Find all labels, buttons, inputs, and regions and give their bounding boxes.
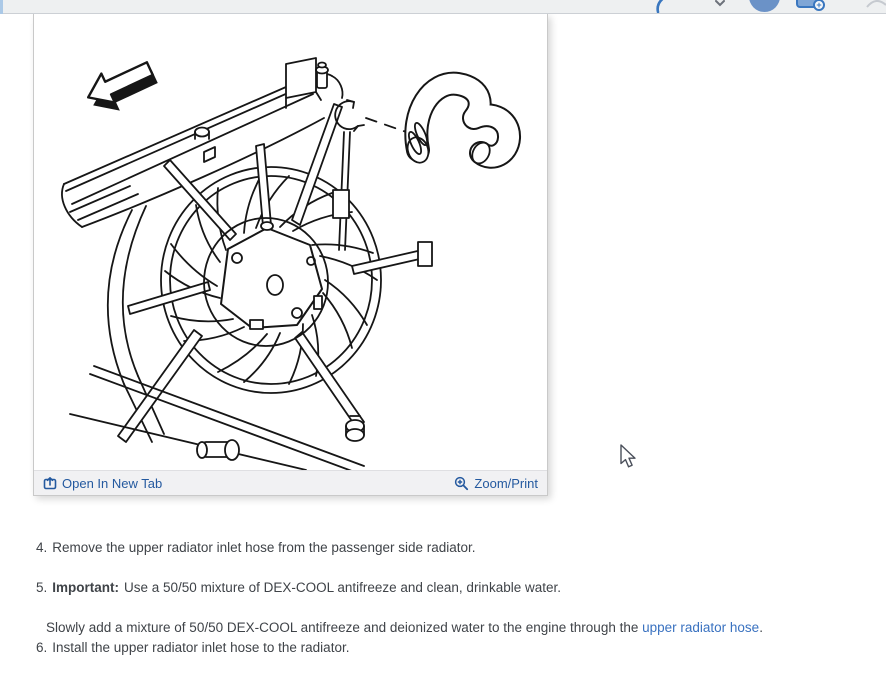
paragraph-text-end: . (759, 620, 763, 635)
zoom-print-link[interactable]: Zoom/Print (454, 476, 538, 491)
background-photo-strip (0, 14, 12, 684)
diagram-svg (61, 57, 521, 470)
step-text: Install the upper radiator inlet hose to… (52, 640, 350, 655)
step-text: Use a 50/50 mixture of DEX-COOL antifree… (124, 580, 561, 595)
open-in-new-tab-icon (43, 477, 57, 490)
overflow-icon[interactable] (866, 0, 886, 8)
instruction-paragraph: Slowly add a mixture of 50/50 DEX-COOL a… (46, 619, 876, 637)
paragraph-text: Slowly add a mixture of 50/50 DEX-COOL a… (46, 620, 643, 635)
zoom-plus-icon (455, 476, 469, 490)
step-text: Remove the upper radiator inlet hose fro… (52, 540, 476, 555)
instruction-step-6: 6. Install the upper radiator inlet hose … (36, 639, 866, 657)
step-number: 4. (36, 540, 48, 555)
upper-radiator-hose-link[interactable]: upper radiator hose (642, 620, 759, 635)
open-in-new-tab-link[interactable]: Open In New Tab (43, 476, 162, 491)
user-avatar[interactable] (749, 0, 780, 12)
back-icon[interactable] (652, 0, 668, 13)
top-toolbar: + (3, 0, 886, 14)
zoom-print-label: Zoom/Print (474, 475, 538, 491)
important-label: Important: (52, 580, 120, 595)
figure-toolbar: Open In New Tab Zoom/Print (34, 470, 547, 495)
open-in-new-tab-label: Open In New Tab (62, 475, 163, 491)
radiator-fan-diagram (34, 14, 547, 470)
mouse-cursor (620, 444, 636, 468)
step-number: 6. (36, 640, 48, 655)
instruction-step-4: 4. Remove the upper radiator inlet hose f… (36, 539, 866, 557)
step-number: 5. (36, 580, 48, 595)
chevron-down-icon[interactable] (715, 0, 725, 7)
page: + Open In New Tab Zoom/Print 4. Remove t… (0, 0, 886, 684)
instruction-step-5: 5. Important: Use a 50/50 mixture of DEX-C… (36, 579, 866, 597)
figure-card: Open In New Tab Zoom/Print (33, 14, 548, 496)
add-image-plus-badge[interactable]: + (813, 0, 825, 11)
